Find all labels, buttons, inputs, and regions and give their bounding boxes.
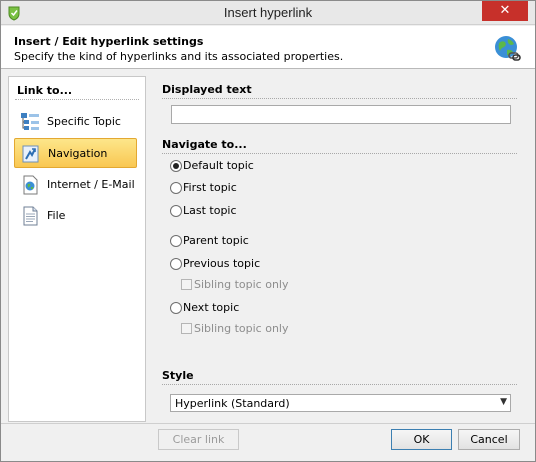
divider (162, 153, 517, 154)
dialog-header: Insert / Edit hyperlink settings Specify… (1, 26, 535, 69)
radio-button[interactable] (170, 160, 182, 172)
radio-label: Previous topic (183, 257, 261, 270)
radio-button[interactable] (170, 182, 182, 194)
radio-label: Next topic (183, 301, 240, 314)
header-subtitle: Specify the kind of hyperlinks and its a… (14, 50, 344, 63)
file-icon (23, 206, 38, 226)
divider (1, 423, 535, 424)
displayed-text-input[interactable] (171, 105, 511, 124)
link-type-label: File (47, 209, 66, 222)
topic-tree-icon (21, 113, 39, 130)
chevron-down-icon[interactable]: ▼ (500, 397, 507, 407)
radio-label: Parent topic (183, 234, 249, 247)
divider (162, 384, 517, 385)
navigate-to-heading: Navigate to... (162, 138, 247, 151)
style-select[interactable]: Hyperlink (Standard) ▼ (170, 394, 511, 412)
clear-link-button[interactable]: Clear link (158, 429, 239, 450)
displayed-text-heading: Displayed text (162, 83, 252, 96)
internet-icon (23, 175, 38, 195)
link-type-file[interactable]: File (14, 201, 137, 231)
header-title: Insert / Edit hyperlink settings (14, 35, 204, 48)
radio-label: Default topic (183, 159, 254, 172)
cancel-button[interactable]: Cancel (458, 429, 520, 450)
checkbox[interactable] (181, 279, 192, 290)
radio-button[interactable] (170, 302, 182, 314)
link-type-navigation[interactable]: Navigation (14, 138, 137, 168)
link-type-internet-email[interactable]: Internet / E-Mail (14, 170, 137, 200)
title-bar: Insert hyperlink ✕ (1, 1, 535, 25)
checkbox-label: Sibling topic only (194, 278, 289, 291)
insert-hyperlink-dialog: Insert hyperlink ✕ Insert / Edit hyperli… (0, 0, 536, 462)
window-title: Insert hyperlink (223, 5, 313, 20)
link-type-label: Navigation (48, 147, 108, 160)
radio-button[interactable] (170, 258, 182, 270)
radio-button[interactable] (170, 205, 182, 217)
link-type-specific-topic[interactable]: Specific Topic (14, 107, 137, 137)
radio-button[interactable] (170, 235, 182, 247)
checkbox[interactable] (181, 323, 192, 334)
divider (162, 98, 517, 99)
radio-label: First topic (183, 181, 237, 194)
style-select-value: Hyperlink (Standard) (175, 397, 290, 410)
ok-button[interactable]: OK (391, 429, 452, 450)
link-type-label: Specific Topic (47, 115, 121, 128)
navigation-icon (22, 145, 39, 163)
style-heading: Style (162, 369, 194, 382)
link-to-heading: Link to... (17, 84, 73, 97)
checkbox-label: Sibling topic only (194, 322, 289, 335)
link-type-panel: Link to... Specific Topic Navigation Int… (8, 76, 146, 422)
link-type-label: Internet / E-Mail (47, 178, 135, 191)
close-button[interactable]: ✕ (482, 1, 528, 21)
divider (15, 99, 139, 100)
globe-link-icon (495, 36, 521, 61)
radio-label: Last topic (183, 204, 237, 217)
